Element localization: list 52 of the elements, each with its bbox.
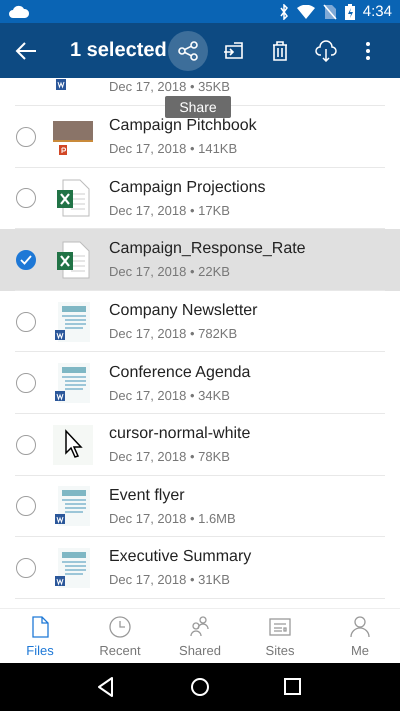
status-time: 4:34: [362, 3, 392, 20]
more-icon: [366, 42, 370, 60]
battery-icon: [344, 4, 355, 20]
file-name[interactable]: Conference Agenda: [109, 364, 250, 382]
cursor-thumbnail: [53, 424, 93, 465]
bluetooth-icon: [278, 4, 289, 20]
file-name[interactable]: Event flyer: [109, 486, 236, 505]
download-icon: [315, 40, 337, 62]
tab[interactable]: Me: [320, 609, 400, 663]
file-details: Dec 17, 2018 • 35KB: [109, 79, 230, 94]
file-details: Dec 17, 2018 • 78KB: [109, 449, 231, 464]
select-radio[interactable]: [16, 188, 36, 208]
file-name[interactable]: Executive Summary: [109, 548, 252, 566]
file-name[interactable]: Company Newsletter: [109, 302, 258, 320]
document-thumbnail: [53, 486, 93, 526]
file-details: Dec 17, 2018 • 31KB: [109, 572, 231, 588]
word-badge-icon: [56, 79, 66, 90]
no-sim-icon: [322, 4, 337, 20]
share-button[interactable]: [168, 30, 208, 70]
move-to-folder-icon: [223, 40, 245, 62]
document-thumbnail: [53, 363, 93, 404]
file-details: Dec 17, 2018 • 1.6MB: [109, 510, 236, 526]
tab[interactable]: Shared: [160, 609, 240, 663]
home-icon[interactable]: [188, 676, 211, 698]
file-details: Dec 17, 2018 • 17KB: [109, 202, 231, 218]
cloud-icon: [8, 4, 30, 18]
file-name[interactable]: Campaign Projections: [109, 178, 266, 197]
file-name[interactable]: Campaign Pitchbook: [109, 117, 257, 136]
wifi-icon: [296, 4, 315, 18]
select-radio[interactable]: [16, 373, 36, 394]
person-icon: [348, 614, 372, 638]
share-icon: [177, 40, 199, 62]
check-icon: [20, 254, 32, 265]
tab[interactable]: Files: [0, 609, 80, 663]
document-thumbnail: [53, 302, 93, 342]
select-radio[interactable]: [16, 126, 36, 147]
select-radio[interactable]: [16, 558, 36, 578]
clock-icon: [108, 614, 132, 638]
file-details: Dec 17, 2018 • 782KB: [109, 326, 238, 342]
file-details: Dec 17, 2018 • 34KB: [109, 388, 231, 403]
tab[interactable]: Recent: [80, 609, 160, 663]
tab[interactable]: Sites: [240, 609, 320, 663]
select-radio[interactable]: [16, 434, 36, 455]
file-details: Dec 17, 2018 • 22KB: [109, 264, 231, 280]
select-radio[interactable]: [16, 496, 36, 516]
select-radio[interactable]: [16, 250, 36, 270]
select-radio[interactable]: [16, 312, 36, 332]
file-name[interactable]: Campaign_Response_Rate: [109, 240, 306, 258]
share-tooltip: Share: [165, 96, 231, 118]
document-thumbnail: [53, 548, 93, 588]
file-name[interactable]: cursor-normal-white: [109, 425, 250, 444]
file-details: Dec 17, 2018 • 141KB: [109, 141, 238, 156]
